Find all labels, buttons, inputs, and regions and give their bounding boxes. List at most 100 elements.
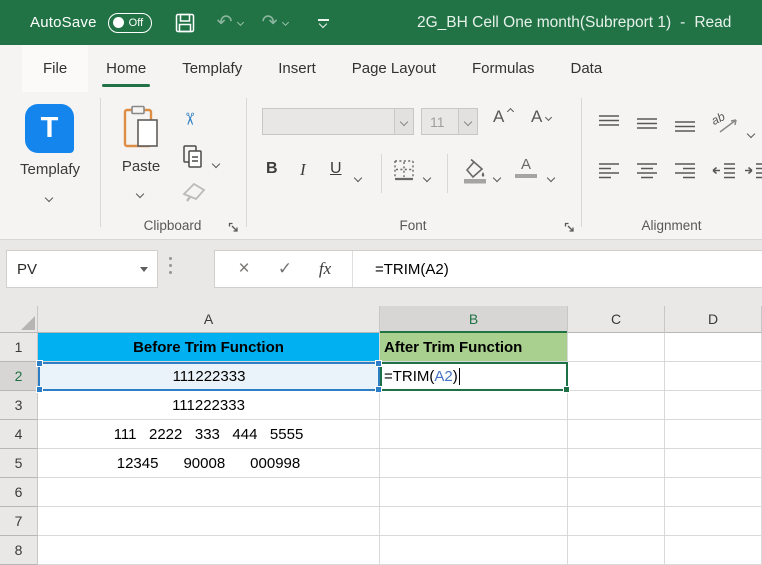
cell-b2-editing[interactable]: =TRIM(A2): [380, 362, 568, 391]
save-icon[interactable]: [174, 12, 196, 34]
font-name-combobox[interactable]: [262, 108, 414, 135]
insert-function-icon[interactable]: fx: [310, 259, 340, 279]
cell-c5[interactable]: [568, 449, 665, 478]
cell-d4[interactable]: [665, 420, 762, 449]
tab-file[interactable]: File: [22, 45, 88, 92]
align-left-button[interactable]: [597, 162, 621, 185]
cell-a3[interactable]: 111222333: [38, 391, 380, 420]
formula-bar-resize-handle[interactable]: [169, 257, 172, 274]
selection-handle[interactable]: [376, 361, 381, 366]
align-top-button[interactable]: [597, 114, 621, 137]
shrink-font-button[interactable]: A: [531, 107, 542, 127]
enter-icon[interactable]: ✓: [270, 259, 300, 279]
row-header-2[interactable]: 2: [0, 362, 38, 391]
cell-b3[interactable]: [380, 391, 568, 420]
tab-page-layout[interactable]: Page Layout: [334, 45, 454, 92]
column-header-d[interactable]: D: [665, 306, 762, 333]
row-header-8[interactable]: 8: [0, 536, 38, 565]
fill-color-dropdown-icon[interactable]: [494, 168, 500, 186]
font-color-dropdown-icon[interactable]: [548, 168, 554, 186]
tab-templafy[interactable]: Templafy: [164, 45, 260, 92]
cell-c2[interactable]: [568, 362, 665, 391]
row-header-5[interactable]: 5: [0, 449, 38, 478]
underline-button[interactable]: U: [330, 160, 342, 178]
column-header-b[interactable]: B: [380, 306, 568, 333]
cell-d3[interactable]: [665, 391, 762, 420]
name-box[interactable]: PV: [6, 250, 158, 288]
cell-a4[interactable]: 111 2222 333 444 5555: [38, 420, 380, 449]
underline-dropdown-icon[interactable]: [355, 168, 361, 186]
tab-insert[interactable]: Insert: [260, 45, 334, 92]
cell-d1[interactable]: [665, 333, 762, 362]
cell-b6[interactable]: [380, 478, 568, 507]
cell-c3[interactable]: [568, 391, 665, 420]
cut-icon[interactable]: ✂: [179, 112, 199, 126]
font-dialog-launcher-icon[interactable]: [564, 220, 576, 232]
paste-button[interactable]: [122, 104, 160, 157]
cell-c4[interactable]: [568, 420, 665, 449]
font-name-dropdown-icon[interactable]: [394, 109, 413, 134]
undo-dropdown-icon[interactable]: [238, 20, 243, 25]
cell-a1[interactable]: Before Trim Function: [38, 333, 380, 362]
cell-b8[interactable]: [380, 536, 568, 565]
select-all-button[interactable]: [0, 306, 38, 333]
templafy-button[interactable]: T: [25, 104, 74, 153]
grow-font-button[interactable]: A: [493, 107, 504, 127]
templafy-dropdown-icon[interactable]: [46, 188, 52, 206]
cell-a5[interactable]: 12345 90008 000998: [38, 449, 380, 478]
align-center-button[interactable]: [635, 162, 659, 185]
bold-button[interactable]: B: [266, 160, 278, 178]
paste-dropdown-icon[interactable]: [137, 184, 143, 202]
row-header-1[interactable]: 1: [0, 333, 38, 362]
orientation-button[interactable]: ab: [712, 110, 742, 141]
font-size-dropdown-icon[interactable]: [458, 109, 477, 134]
cell-d8[interactable]: [665, 536, 762, 565]
cell-d2[interactable]: [665, 362, 762, 391]
undo-icon[interactable]: ↶: [217, 13, 233, 32]
cell-d5[interactable]: [665, 449, 762, 478]
decrease-indent-button[interactable]: [711, 162, 737, 185]
cancel-icon[interactable]: ×: [230, 258, 258, 280]
row-header-3[interactable]: 3: [0, 391, 38, 420]
selection-handle[interactable]: [37, 387, 42, 392]
cell-a8[interactable]: [38, 536, 380, 565]
cell-a6[interactable]: [38, 478, 380, 507]
align-right-button[interactable]: [673, 162, 697, 185]
copy-icon[interactable]: [181, 144, 205, 175]
align-middle-button[interactable]: [635, 114, 659, 137]
cell-b4[interactable]: [380, 420, 568, 449]
cell-c6[interactable]: [568, 478, 665, 507]
cell-d7[interactable]: [665, 507, 762, 536]
cell-b7[interactable]: [380, 507, 568, 536]
cell-a7[interactable]: [38, 507, 380, 536]
row-header-4[interactable]: 4: [0, 420, 38, 449]
cell-d6[interactable]: [665, 478, 762, 507]
quick-access-more-icon[interactable]: [318, 19, 329, 27]
font-color-button[interactable]: A: [515, 156, 537, 178]
fill-color-button[interactable]: [459, 158, 489, 189]
redo-dropdown-icon[interactable]: [283, 20, 288, 25]
increase-indent-button[interactable]: [743, 162, 762, 185]
column-header-c[interactable]: C: [568, 306, 665, 333]
autosave-toggle[interactable]: Off: [108, 13, 152, 33]
redo-icon[interactable]: ↷: [262, 13, 278, 32]
row-header-6[interactable]: 6: [0, 478, 38, 507]
cell-b1[interactable]: After Trim Function: [380, 333, 568, 362]
formula-bar-text[interactable]: =TRIM(A2): [375, 261, 449, 278]
cell-b5[interactable]: [380, 449, 568, 478]
clipboard-dialog-launcher-icon[interactable]: [228, 220, 240, 232]
format-painter-icon[interactable]: [180, 180, 208, 209]
row-header-7[interactable]: 7: [0, 507, 38, 536]
font-size-combobox[interactable]: 11: [421, 108, 478, 135]
align-bottom-button[interactable]: [673, 114, 697, 137]
cell-a2-selected-reference[interactable]: 111222333: [38, 362, 380, 391]
borders-dropdown-icon[interactable]: [424, 168, 430, 186]
column-header-a[interactable]: A: [38, 306, 380, 333]
italic-button[interactable]: I: [300, 160, 306, 180]
orientation-dropdown-icon[interactable]: [748, 124, 754, 142]
fill-handle[interactable]: [564, 387, 569, 392]
copy-dropdown-icon[interactable]: [213, 154, 219, 172]
cell-c8[interactable]: [568, 536, 665, 565]
tab-data[interactable]: Data: [553, 45, 621, 92]
tab-home[interactable]: Home: [88, 45, 164, 92]
